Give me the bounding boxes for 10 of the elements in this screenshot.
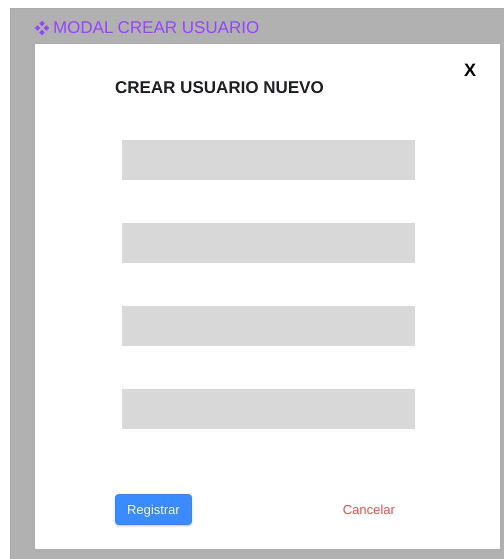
input-field[interactable] [122,306,415,346]
component-icon [35,21,49,35]
register-button[interactable]: Registrar [115,494,192,525]
input-field[interactable] [122,389,415,429]
frame-title: MODAL CREAR USUARIO [53,17,260,40]
input-field[interactable] [122,223,415,263]
close-button[interactable]: X [464,61,476,79]
cancel-button[interactable]: Cancelar [334,494,403,525]
input-field[interactable] [122,140,415,180]
modal-heading: CREAR USUARIO NUEVO [115,78,325,98]
